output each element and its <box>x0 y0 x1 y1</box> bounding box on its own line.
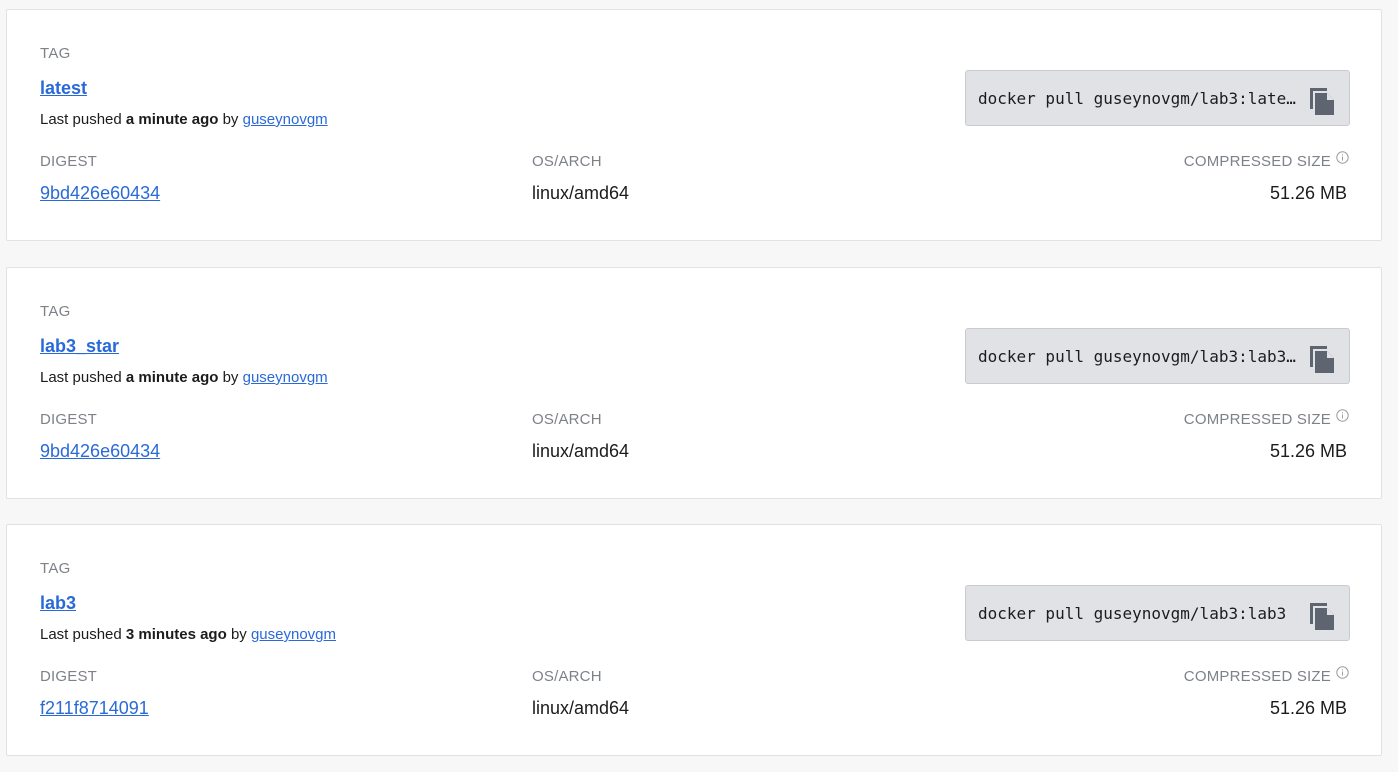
last-pushed-label: Last pushed <box>40 626 122 643</box>
tag-card: TAG lab3_star Last pushed a minute ago b… <box>6 267 1382 499</box>
os-arch-value: linux/amd64 <box>532 441 630 461</box>
info-icon[interactable] <box>1336 666 1349 679</box>
info-icon[interactable] <box>1336 151 1349 164</box>
tag-name-link[interactable]: lab3_star <box>40 336 119 357</box>
last-pushed-label: Last pushed <box>40 369 122 386</box>
tag-heading: TAG <box>40 560 71 577</box>
tag-heading: TAG <box>40 45 71 62</box>
digest-link[interactable]: 9bd426e60434 <box>40 183 160 204</box>
tag-name-link[interactable]: latest <box>40 78 87 99</box>
os-arch-label: OS/ARCH <box>532 411 602 428</box>
last-pushed-info: Last pushed a minute ago by guseynovgm <box>40 111 328 128</box>
pull-command-box: docker pull guseynovgm/lab3:lab3 <box>965 585 1350 641</box>
tag-name-link[interactable]: lab3 <box>40 593 76 614</box>
tag-heading: TAG <box>40 303 71 320</box>
pushed-time: 3 minutes ago <box>125 626 227 643</box>
pusher-user-link[interactable]: guseynovgm <box>243 111 328 128</box>
pull-command-text[interactable]: docker pull guseynovgm/lab3:lab3_star <box>978 347 1303 366</box>
pull-command-text[interactable]: docker pull guseynovgm/lab3:lab3 <box>978 604 1303 623</box>
by-label: by <box>230 626 247 643</box>
tag-list: TAG latest Last pushed a minute ago by g… <box>0 0 1398 772</box>
last-pushed-info: Last pushed 3 minutes ago by guseynovgm <box>40 626 336 643</box>
pull-command-box: docker pull guseynovgm/lab3:lab3_star <box>965 328 1350 384</box>
os-arch-value: linux/amd64 <box>532 183 630 203</box>
compressed-size-value: 51.26 MB <box>1269 183 1347 203</box>
copy-icon[interactable] <box>1307 83 1337 115</box>
pull-command-text[interactable]: docker pull guseynovgm/lab3:latest <box>978 89 1303 108</box>
compressed-size-value: 51.26 MB <box>1269 698 1347 718</box>
tag-card: TAG latest Last pushed a minute ago by g… <box>6 9 1382 241</box>
compressed-size-label-group: COMPRESSED SIZE <box>1183 409 1349 428</box>
compressed-size-label-group: COMPRESSED SIZE <box>1183 666 1349 685</box>
pusher-user-link[interactable]: guseynovgm <box>243 369 328 386</box>
digest-label: DIGEST <box>40 153 98 170</box>
compressed-size-label: COMPRESSED SIZE <box>1183 411 1331 428</box>
digest-label: DIGEST <box>40 411 98 428</box>
pull-command-box: docker pull guseynovgm/lab3:latest <box>965 70 1350 126</box>
digest-label: DIGEST <box>40 668 98 685</box>
pushed-time: a minute ago <box>125 369 219 386</box>
by-label: by <box>222 111 239 128</box>
compressed-size-label-group: COMPRESSED SIZE <box>1183 151 1349 170</box>
os-arch-label: OS/ARCH <box>532 153 602 170</box>
last-pushed-info: Last pushed a minute ago by guseynovgm <box>40 369 328 386</box>
pusher-user-link[interactable]: guseynovgm <box>251 626 336 643</box>
os-arch-value: linux/amd64 <box>532 698 630 718</box>
copy-icon[interactable] <box>1307 341 1337 373</box>
digest-link[interactable]: 9bd426e60434 <box>40 441 160 462</box>
by-label: by <box>222 369 239 386</box>
tag-card: TAG lab3 Last pushed 3 minutes ago by gu… <box>6 524 1382 756</box>
compressed-size-label: COMPRESSED SIZE <box>1183 153 1331 170</box>
os-arch-label: OS/ARCH <box>532 668 602 685</box>
digest-link[interactable]: f211f8714091 <box>40 698 149 719</box>
pushed-time: a minute ago <box>125 111 219 128</box>
compressed-size-label: COMPRESSED SIZE <box>1183 668 1331 685</box>
copy-icon[interactable] <box>1307 598 1337 630</box>
info-icon[interactable] <box>1336 409 1349 422</box>
compressed-size-value: 51.26 MB <box>1269 441 1347 461</box>
last-pushed-label: Last pushed <box>40 111 122 128</box>
